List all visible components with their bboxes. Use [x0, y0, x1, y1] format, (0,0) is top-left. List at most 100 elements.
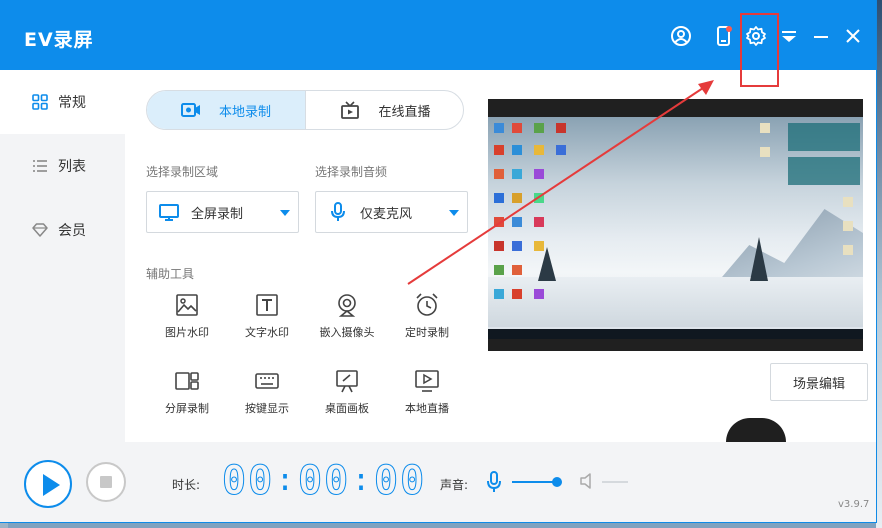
timer-colon: :: [275, 463, 297, 498]
record-audio-select[interactable]: 仅麦克风: [315, 191, 468, 233]
app-icon: [512, 289, 522, 299]
volume-label: 声音:: [440, 478, 469, 492]
app-icon: [843, 197, 853, 207]
app-icon: [843, 245, 853, 255]
app-icon: [494, 217, 504, 227]
app-icon: [494, 289, 504, 299]
timer-colon: :: [351, 463, 373, 498]
close-icon[interactable]: [842, 25, 864, 47]
app-icon: [512, 265, 522, 275]
speaker-volume-slider[interactable]: [602, 481, 628, 483]
diamond-icon: [32, 222, 48, 238]
sidebar-item-list[interactable]: 列表: [0, 134, 125, 198]
app-icon: [494, 123, 504, 133]
tab-live-stream[interactable]: 在线直播: [306, 91, 463, 129]
app-icon: [534, 145, 544, 155]
app-icon: [494, 193, 504, 203]
record-icon: [180, 103, 200, 117]
audio-label: 选择录制音频: [315, 165, 388, 179]
webcam-icon: [334, 292, 360, 318]
grid-icon: [32, 94, 48, 110]
user-account-icon[interactable]: [670, 25, 692, 47]
app-icon: [512, 169, 522, 179]
annotation-highlight-box: [740, 13, 779, 87]
tool-split-screen[interactable]: 分屏录制: [147, 368, 227, 424]
tool-embed-webcam[interactable]: 嵌入摄像头: [307, 292, 387, 348]
stop-record-button[interactable]: [86, 462, 126, 502]
tab-label: 本地录制: [218, 104, 271, 120]
app-icon: [534, 241, 544, 251]
app-icon: [512, 217, 522, 227]
split-screen-icon: [174, 368, 200, 394]
tool-label: 文字水印: [245, 326, 289, 339]
screen-preview: [488, 99, 863, 351]
app-title: EV录屏: [24, 29, 94, 51]
microphone-icon: [328, 202, 348, 222]
tool-scheduled-record[interactable]: 定时录制: [387, 292, 467, 348]
app-icon: [534, 217, 544, 227]
sidebar-item-label: 列表: [58, 159, 86, 175]
app-icon: [534, 193, 544, 203]
record-timer: 00:00:00: [222, 458, 427, 505]
app-icon: [494, 145, 504, 155]
app-icon: [534, 169, 544, 179]
timer-seconds: 00: [374, 458, 427, 505]
app-icon: [843, 221, 853, 231]
tool-local-live[interactable]: 本地直播: [387, 368, 467, 424]
sidebar: 常规 列表 会员: [0, 70, 125, 442]
alarm-clock-icon: [414, 292, 440, 318]
monitor-icon: [159, 202, 179, 222]
dropdown-menu-icon[interactable]: [778, 25, 800, 47]
scene-edit-button[interactable]: 场景编辑: [770, 363, 868, 401]
app-icon: [556, 123, 566, 133]
mic-volume-handle[interactable]: [552, 477, 562, 487]
tv-icon: [341, 101, 360, 119]
app-icon: [534, 289, 544, 299]
app-icon: [512, 241, 522, 251]
duration-label: 时长:: [172, 478, 201, 492]
sidebar-item-label: 常规: [58, 95, 86, 111]
record-area-value: 全屏录制: [191, 206, 244, 222]
app-icon: [512, 123, 522, 133]
sidebar-item-general[interactable]: 常规: [0, 70, 125, 134]
taskbar-thumbnail: [488, 329, 863, 339]
start-record-button[interactable]: [24, 460, 72, 508]
area-label: 选择录制区域: [146, 165, 219, 179]
tool-label: 桌面画板: [325, 402, 369, 415]
tool-text-watermark[interactable]: 文字水印: [227, 292, 307, 348]
image-icon: [174, 292, 200, 318]
speaker-icon[interactable]: [579, 473, 595, 489]
app-icon: [534, 123, 544, 133]
app-icon: [494, 241, 504, 251]
text-icon: [254, 292, 280, 318]
tree-shape: [750, 237, 768, 281]
keyboard-icon: [254, 368, 280, 394]
play-screen-icon: [414, 368, 440, 394]
tool-desktop-board[interactable]: 桌面画板: [307, 368, 387, 424]
tree-shape: [538, 247, 556, 281]
tool-label: 图片水印: [165, 326, 209, 339]
record-audio-value: 仅麦克风: [360, 206, 413, 222]
sidebar-item-label: 会员: [58, 223, 86, 239]
webcam-avatar: [726, 418, 786, 442]
desktop-thumbnail: [488, 117, 863, 339]
tools-label: 辅助工具: [146, 267, 195, 281]
record-area-select[interactable]: 全屏录制: [146, 191, 299, 233]
tool-key-display[interactable]: 按键显示: [227, 368, 307, 424]
minimize-icon[interactable]: [810, 25, 832, 47]
tab-label: 在线直播: [378, 104, 431, 120]
list-icon: [32, 158, 48, 174]
app-icon: [760, 147, 770, 157]
tool-image-watermark[interactable]: 图片水印: [147, 292, 227, 348]
app-icon: [556, 145, 566, 155]
mobile-phone-icon[interactable]: [712, 25, 734, 47]
timer-minutes: 00: [298, 458, 351, 505]
microphone-icon[interactable]: [486, 471, 502, 493]
tool-label: 本地直播: [405, 402, 449, 415]
tab-local-record[interactable]: 本地录制: [147, 91, 306, 129]
sidebar-item-member[interactable]: 会员: [0, 198, 125, 262]
mode-switch: 本地录制 在线直播: [146, 90, 464, 130]
tool-label: 定时录制: [405, 326, 449, 339]
version-label: v3.9.7: [838, 499, 870, 510]
tool-label: 按键显示: [245, 402, 289, 415]
